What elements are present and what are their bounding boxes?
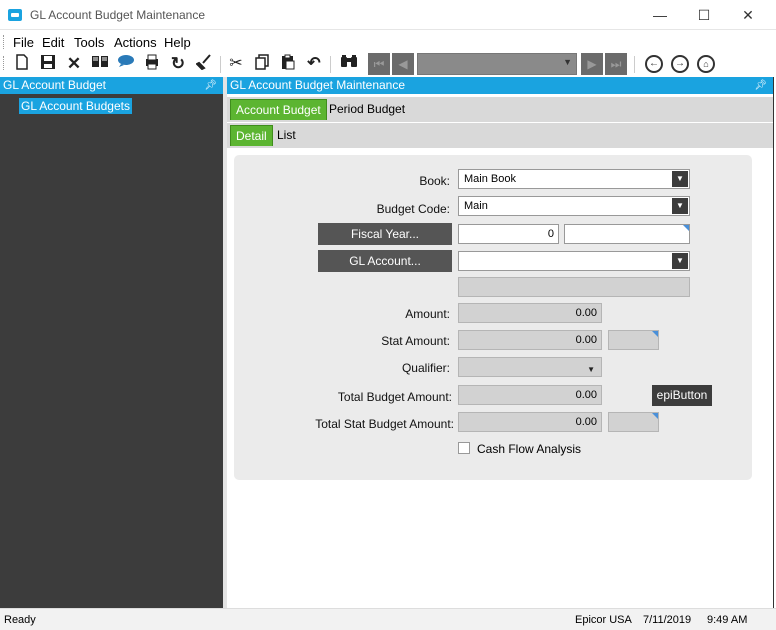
cut-icon[interactable]: ✂	[225, 54, 247, 74]
status-company: Epicor USA	[575, 614, 632, 626]
chevron-down-icon[interactable]: ▼	[672, 171, 688, 187]
toolbar-separator	[330, 56, 331, 73]
close-button[interactable]: ✕	[726, 3, 770, 27]
total-stat-budget-label: Total Stat Budget Amount:	[315, 417, 454, 431]
book-value: Main Book	[464, 173, 516, 185]
next-record-icon[interactable]: ▶	[581, 53, 603, 75]
tree-item-gl-account-budgets[interactable]: GL Account Budgets	[19, 98, 132, 114]
menu-file[interactable]: File	[13, 35, 34, 50]
total-stat-uom-field	[608, 412, 659, 432]
toolbar-grip	[3, 56, 6, 70]
menu-bar: File Edit Tools Actions Help	[0, 31, 776, 52]
clear-icon[interactable]	[193, 54, 215, 74]
toolbar: ✕ ↻ ✂ ↶ ⏮ ◀ ▼ ▶ ⏭ ← → ⌂	[0, 52, 776, 77]
right-panel-header: GL Account Budget Maintenance 📌︎	[227, 77, 773, 94]
total-budget-field: 0.00	[458, 385, 602, 405]
status-time: 9:49 AM	[707, 614, 748, 626]
total-stat-budget-field: 0.00	[458, 412, 602, 432]
epi-button[interactable]: epiButton	[652, 385, 712, 406]
chevron-down-icon[interactable]: ▼	[672, 253, 688, 269]
minimize-button[interactable]: —	[638, 3, 682, 27]
sub-tabs: Detail List	[227, 123, 773, 148]
undo-icon[interactable]: ↶	[303, 54, 325, 74]
fiscal-year-field[interactable]: 0	[458, 224, 559, 244]
chevron-down-icon[interactable]: ▼	[587, 361, 595, 379]
fiscal-year-description[interactable]	[564, 224, 690, 244]
toolbar-separator	[220, 56, 221, 73]
record-selector[interactable]: ▼	[417, 53, 577, 75]
new-icon[interactable]	[11, 54, 33, 74]
book-combo[interactable]: Main Book ▼	[458, 169, 690, 189]
gl-account-combo[interactable]: ▼	[458, 251, 690, 271]
app-icon	[8, 9, 22, 21]
qualifier-combo[interactable]: ▼	[458, 357, 602, 377]
tab-account-budget[interactable]: Account Budget	[230, 99, 327, 120]
last-record-icon[interactable]: ⏭	[605, 53, 627, 75]
status-bar: Ready Epicor USA 7/11/2019 9:49 AM	[0, 608, 776, 630]
pin-icon[interactable]: 📌︎	[754, 77, 767, 94]
gl-account-button[interactable]: GL Account...	[318, 250, 452, 272]
book-label: Book:	[419, 174, 450, 188]
gl-account-description	[458, 277, 690, 297]
amount-field: 0.00	[458, 303, 602, 323]
left-panel-title: GL Account Budget	[3, 78, 106, 92]
search-icon[interactable]	[338, 54, 360, 74]
menu-grip	[3, 35, 6, 49]
menu-actions[interactable]: Actions	[114, 35, 157, 50]
right-panel-title: GL Account Budget Maintenance	[230, 78, 406, 92]
amount-label: Amount:	[405, 307, 450, 321]
budget-code-combo[interactable]: Main ▼	[458, 196, 690, 216]
forward-icon[interactable]: →	[671, 55, 689, 73]
field-corner-marker	[652, 331, 658, 337]
fiscal-year-button[interactable]: Fiscal Year...	[318, 223, 452, 245]
chevron-down-icon[interactable]: ▼	[672, 198, 688, 214]
budget-code-label: Budget Code:	[376, 202, 450, 216]
left-panel-header: GL Account Budget 📌︎	[0, 77, 223, 94]
status-date: 7/11/2019	[643, 614, 692, 626]
total-budget-label: Total Budget Amount:	[337, 390, 452, 404]
open-book-icon[interactable]	[89, 54, 111, 74]
previous-record-icon[interactable]: ◀	[392, 53, 414, 75]
stat-uom-field	[608, 330, 659, 350]
status-state: Ready	[4, 614, 36, 626]
cash-flow-label: Cash Flow Analysis	[477, 442, 582, 456]
window-title: GL Account Budget Maintenance	[30, 8, 206, 22]
main-tabs: Account Budget Period Budget	[227, 97, 773, 122]
paste-icon[interactable]	[277, 54, 299, 74]
copy-icon[interactable]	[251, 54, 273, 74]
refresh-icon[interactable]: ↻	[167, 54, 189, 74]
save-icon[interactable]	[37, 54, 59, 74]
stat-amount-label: Stat Amount:	[381, 334, 450, 348]
back-icon[interactable]: ←	[645, 55, 663, 73]
qualifier-label: Qualifier:	[401, 361, 450, 375]
toolbar-separator	[634, 56, 635, 73]
maximize-button[interactable]: ☐	[682, 3, 726, 27]
pin-icon[interactable]: 📌︎	[204, 77, 217, 94]
cash-flow-checkbox[interactable]	[458, 442, 470, 454]
first-record-icon[interactable]: ⏮	[368, 53, 390, 75]
budget-code-value: Main	[464, 200, 488, 212]
stat-amount-field: 0.00	[458, 330, 602, 350]
chevron-down-icon: ▼	[563, 57, 572, 67]
field-corner-marker	[652, 413, 658, 419]
chat-icon[interactable]	[115, 54, 137, 74]
print-icon[interactable]	[141, 54, 163, 74]
field-corner-marker	[683, 225, 689, 231]
tab-list[interactable]: List	[272, 125, 301, 146]
home-icon[interactable]: ⌂	[697, 55, 715, 73]
title-bar: GL Account Budget Maintenance — ☐ ✕	[0, 0, 776, 30]
menu-edit[interactable]: Edit	[42, 35, 64, 50]
menu-help[interactable]: Help	[164, 35, 191, 50]
tab-detail[interactable]: Detail	[230, 125, 273, 146]
left-panel: GL Account Budget 📌︎ GL Account Budgets	[0, 77, 223, 608]
delete-icon[interactable]: ✕	[63, 54, 85, 74]
menu-tools[interactable]: Tools	[74, 35, 104, 50]
tab-period-budget[interactable]: Period Budget	[324, 99, 410, 120]
